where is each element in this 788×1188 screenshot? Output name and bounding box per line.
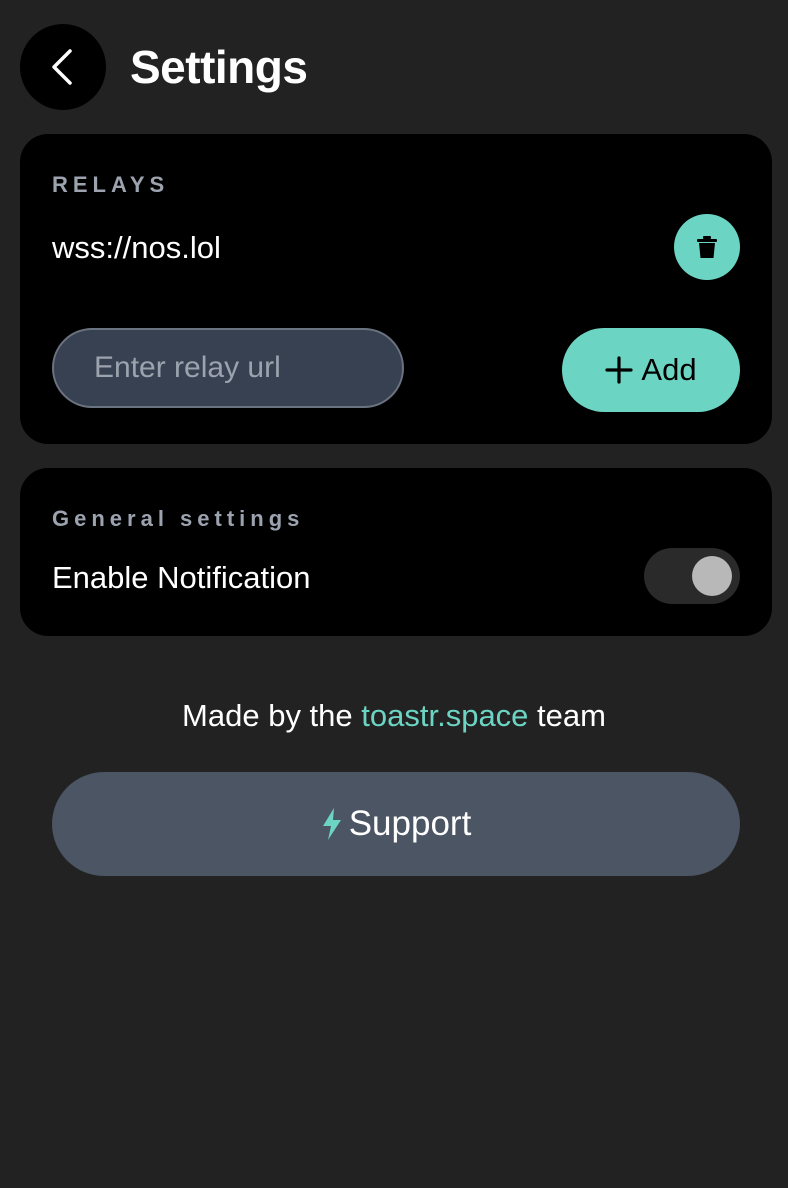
- toggle-knob: [692, 556, 732, 596]
- toastr-space-link[interactable]: toastr.space: [361, 698, 528, 733]
- delete-relay-button[interactable]: [674, 214, 740, 280]
- credit-prefix: Made by the: [182, 698, 362, 733]
- notification-label: Enable Notification: [52, 560, 311, 595]
- trash-icon: [697, 236, 717, 258]
- lightning-icon: [322, 808, 341, 840]
- relays-section-label: RELAYS: [52, 172, 170, 197]
- general-settings-card: General settings Enable Notification: [20, 468, 772, 636]
- add-button-label: Add: [641, 352, 697, 387]
- relays-card: RELAYS wss://nos.lol Add: [20, 134, 772, 444]
- credit-suffix: team: [528, 698, 606, 733]
- chevron-left-icon: [52, 49, 72, 85]
- add-relay-button[interactable]: Add: [562, 328, 740, 412]
- header: Settings: [20, 24, 308, 110]
- page-title: Settings: [130, 41, 308, 93]
- relay-url: wss://nos.lol: [52, 230, 221, 265]
- general-section-label: General settings: [52, 506, 305, 531]
- support-button-label: Support: [348, 804, 472, 843]
- support-button[interactable]: Support: [52, 772, 740, 876]
- notification-toggle[interactable]: [644, 548, 740, 604]
- credit-text: Made by the toastr.space team: [0, 698, 788, 734]
- back-button[interactable]: [20, 24, 106, 110]
- plus-icon: [605, 356, 634, 384]
- relay-url-input[interactable]: [52, 328, 404, 408]
